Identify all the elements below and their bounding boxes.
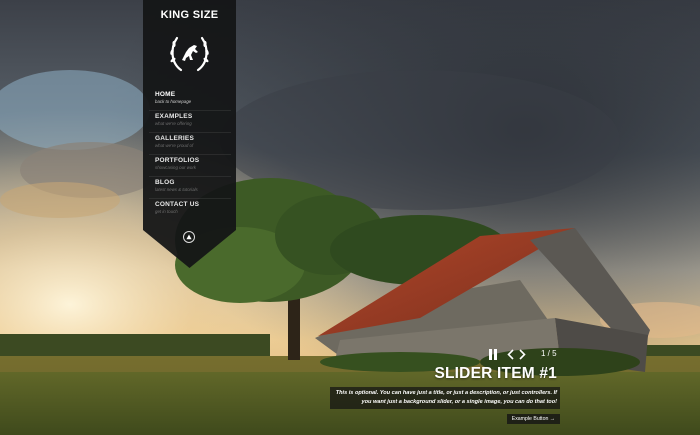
nav-item-subtitle: back to homepage <box>155 99 192 104</box>
chevron-left-icon[interactable] <box>506 349 515 360</box>
background-photo <box>0 0 700 435</box>
slide-description: This is optional. You can have just a ti… <box>330 387 560 409</box>
nav-item-portfolios[interactable]: PORTFOLIOS showcasing our work <box>149 154 231 176</box>
laurel-wreath-horse-icon[interactable] <box>167 30 212 76</box>
nav-item-galleries[interactable]: GALLERIES what we're proud of <box>149 132 231 154</box>
site-name[interactable]: KING SIZE <box>143 9 236 21</box>
nav-item-title: HOME <box>155 91 176 98</box>
pause-button[interactable] <box>489 349 497 360</box>
nav-item-subtitle: what we're offering <box>155 121 192 126</box>
nav-item-contact[interactable]: CONTACT US get in touch <box>149 198 231 220</box>
slide-title: SLIDER ITEM #1 <box>434 365 557 382</box>
nav-item-subtitle: get in touch <box>155 209 178 214</box>
nav-item-home[interactable]: HOME back to homepage <box>149 89 231 110</box>
nav-toggle-button[interactable] <box>183 231 195 243</box>
nav-item-title: CONTACT US <box>155 201 200 208</box>
main-navigation: KING SIZE HOME back to homepage EXAMPLES… <box>143 0 236 270</box>
chevron-right-icon[interactable] <box>518 349 527 360</box>
nav-item-title: EXAMPLES <box>155 113 193 120</box>
slider-controls: 1 / 5 <box>487 348 560 362</box>
nav-item-subtitle: what we're proud of <box>155 143 194 148</box>
nav-item-title: BLOG <box>155 179 175 186</box>
nav-item-subtitle: showcasing our work <box>155 165 196 170</box>
circle-arrow-up-icon <box>186 234 192 240</box>
nav-item-title: GALLERIES <box>155 135 194 142</box>
nav-menu: HOME back to homepage EXAMPLES what we'r… <box>149 89 231 220</box>
slide-counter: 1 / 5 <box>541 349 557 358</box>
nav-item-blog[interactable]: BLOG latest news & tutorials <box>149 176 231 198</box>
example-button[interactable]: Example Button → <box>506 414 560 424</box>
nav-item-examples[interactable]: EXAMPLES what we're offering <box>149 110 231 132</box>
nav-item-title: PORTFOLIOS <box>155 157 200 164</box>
nav-item-subtitle: latest news & tutorials <box>155 187 198 192</box>
